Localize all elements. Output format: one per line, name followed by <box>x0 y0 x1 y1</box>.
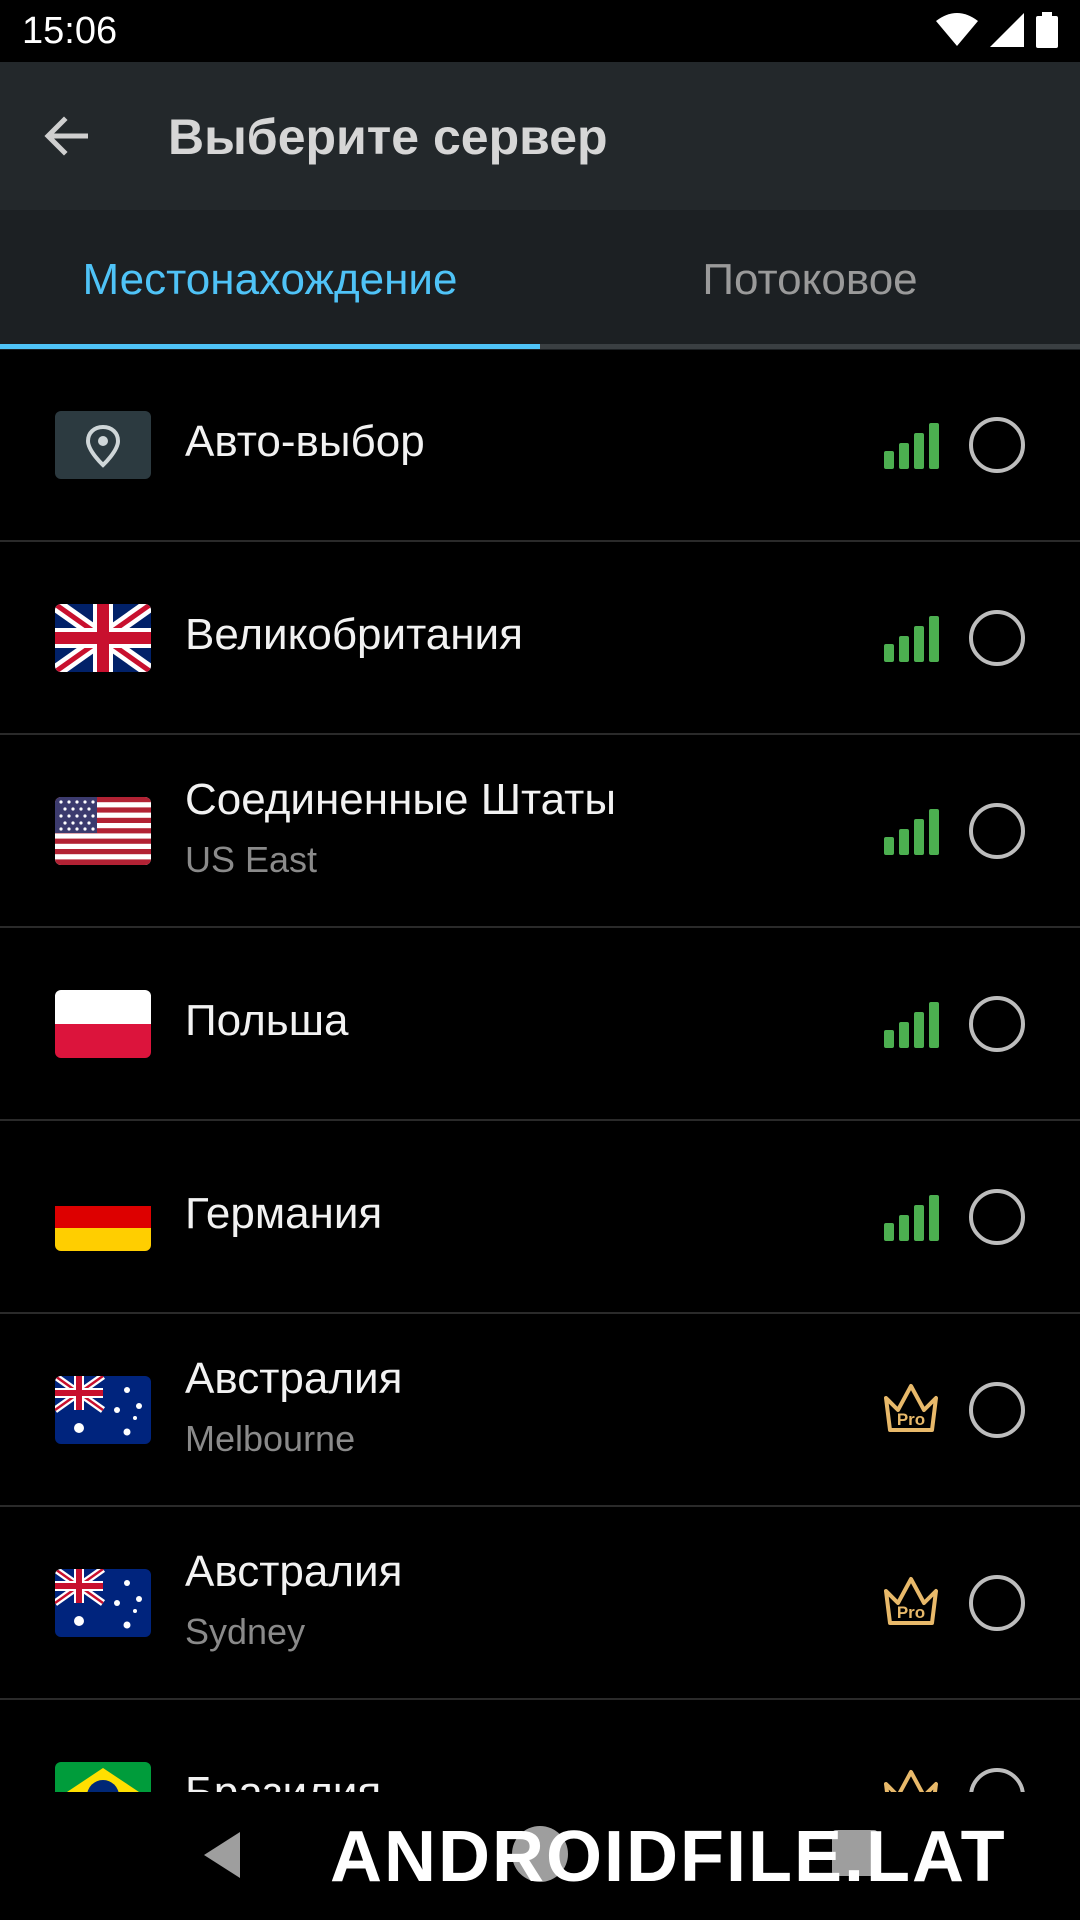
flag-au-icon <box>55 1376 151 1444</box>
server-row[interactable]: Великобритания <box>0 542 1080 735</box>
signal-strength-icon <box>884 1193 940 1241</box>
signal-strength-icon <box>884 614 940 662</box>
battery-icon <box>1036 12 1058 53</box>
server-name: Германия <box>185 1189 383 1238</box>
server-radio-button[interactable] <box>969 803 1025 859</box>
server-name: Авто-выбор <box>185 417 425 466</box>
location-pin-icon <box>55 411 151 479</box>
server-radio-button[interactable] <box>969 610 1025 666</box>
server-name: Великобритания <box>185 610 523 659</box>
status-icons <box>936 12 1058 53</box>
server-city: US East <box>185 839 318 880</box>
flag-au-icon <box>55 1569 151 1637</box>
server-city: Sydney <box>185 1611 306 1652</box>
nav-back-icon[interactable] <box>200 1830 244 1885</box>
watermark: ANDROIDFILE.LAT <box>330 1817 1007 1897</box>
server-city: Melbourne <box>185 1418 356 1459</box>
signal-strength-icon <box>884 807 940 855</box>
wifi-icon <box>936 13 978 52</box>
server-radio-button[interactable] <box>969 417 1025 473</box>
nav-bar: ANDROIDFILE.LAT <box>0 1792 1080 1920</box>
status-time: 15:06 <box>22 10 118 52</box>
server-name: Австралия <box>185 1547 403 1596</box>
pro-crown-icon: Pro <box>880 1380 942 1436</box>
server-name: Австралия <box>185 1354 403 1403</box>
pro-label: Pro <box>897 1410 925 1429</box>
tab-bar: Местонахождение Потоковое <box>0 210 1080 350</box>
signal-strength-icon <box>884 421 940 469</box>
server-radio-button[interactable] <box>969 1382 1025 1438</box>
server-radio-button[interactable] <box>969 1189 1025 1245</box>
server-row[interactable]: Австралия Sydney Pro <box>0 1507 1080 1700</box>
back-button[interactable] <box>36 106 96 166</box>
status-bar: 15:06 <box>0 0 1080 62</box>
server-row[interactable]: Авто-выбор <box>0 349 1080 542</box>
page-title: Выберите сервер <box>168 109 608 165</box>
flag-us-icon <box>55 797 151 865</box>
flag-pl-icon <box>55 990 151 1058</box>
server-name: Польша <box>185 996 349 1045</box>
app-bar: Выберите сервер <box>0 62 1080 210</box>
signal-strength-icon <box>884 1000 940 1048</box>
server-row[interactable]: Соединенные Штаты US East <box>0 735 1080 928</box>
server-radio-button[interactable] <box>969 1575 1025 1631</box>
flag-uk-icon <box>55 604 151 672</box>
pro-crown-icon: Pro <box>880 1766 942 1792</box>
server-name: Бразилия <box>185 1768 381 1792</box>
pro-label: Pro <box>897 1603 925 1622</box>
server-row[interactable]: Бразилия Pro <box>0 1700 1080 1792</box>
server-row[interactable]: Польша <box>0 928 1080 1121</box>
server-row[interactable]: Германия <box>0 1121 1080 1314</box>
tab-streaming[interactable]: Потоковое <box>540 210 1080 350</box>
tab-location[interactable]: Местонахождение <box>0 210 540 350</box>
flag-de-icon <box>55 1183 151 1251</box>
server-list: Авто-выбор Великобритания Соединенные Штат… <box>0 349 1080 1792</box>
server-name: Соединенные Штаты <box>185 775 616 824</box>
arrow-left-icon <box>44 116 88 156</box>
server-radio-button[interactable] <box>969 1768 1025 1792</box>
flag-br-icon <box>55 1762 151 1792</box>
server-radio-button[interactable] <box>969 996 1025 1052</box>
server-row[interactable]: Австралия Melbourne Pro <box>0 1314 1080 1507</box>
pro-crown-icon: Pro <box>880 1573 942 1629</box>
cell-signal-icon <box>990 13 1024 52</box>
